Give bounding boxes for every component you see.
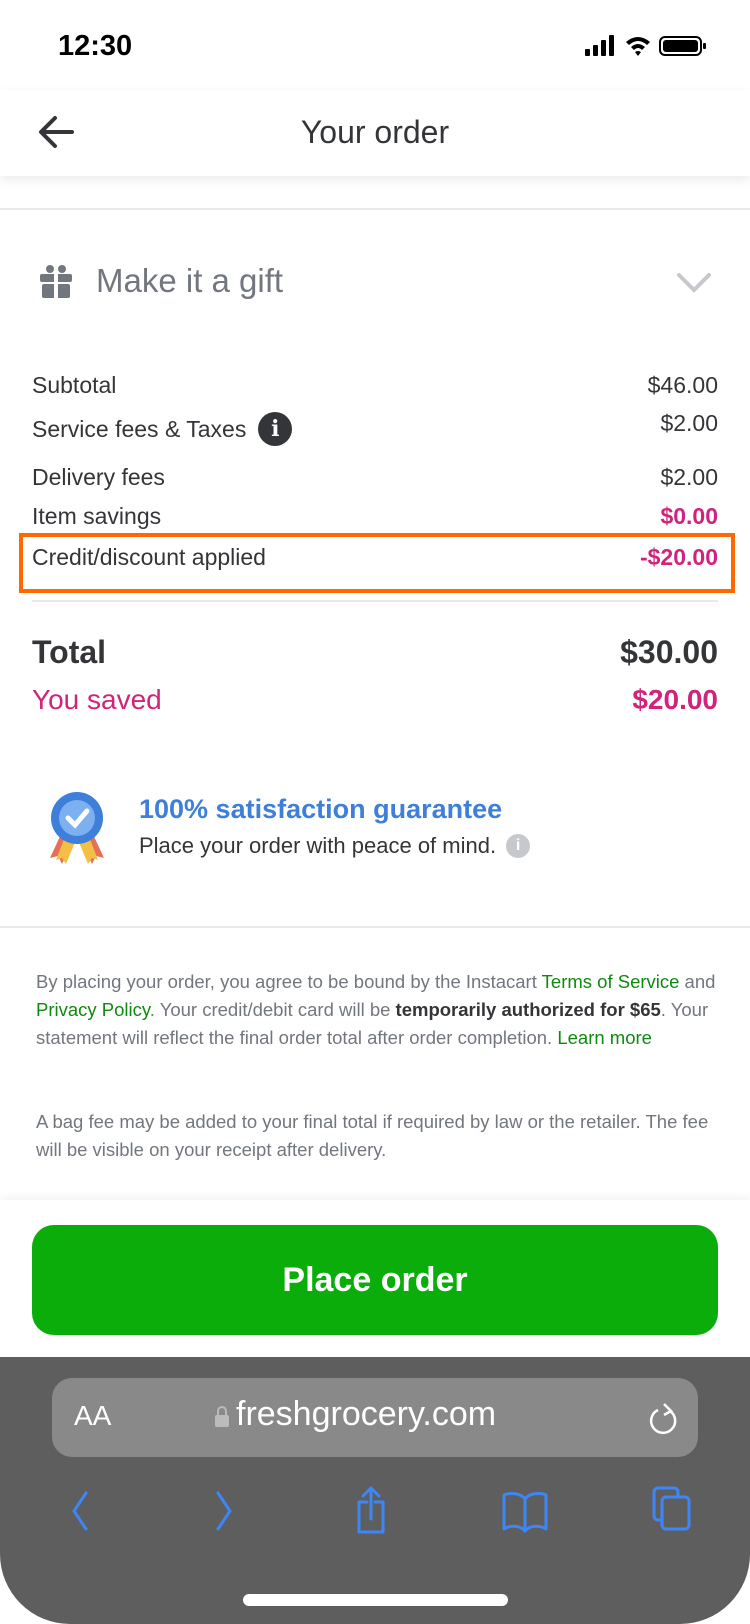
back-icon[interactable] bbox=[58, 1485, 108, 1535]
summary-value: $2.00 bbox=[660, 410, 718, 436]
terms-of-service-link[interactable]: Terms of Service bbox=[542, 971, 680, 992]
lock-icon bbox=[215, 1406, 229, 1427]
legal-text-part: and bbox=[679, 971, 716, 992]
guarantee-title: 100% satisfaction guarantee bbox=[139, 794, 503, 824]
page-title: Your order bbox=[300, 114, 450, 150]
tabs-icon[interactable] bbox=[650, 1485, 700, 1535]
address-bar[interactable]: AA freshgrocery.com bbox=[52, 1378, 698, 1457]
header: Your order bbox=[0, 90, 750, 176]
learn-more-link[interactable]: Learn more bbox=[557, 1027, 652, 1048]
battery-icon bbox=[659, 36, 706, 56]
signal-icon bbox=[585, 35, 614, 56]
legal-text-part: By placing your order, you agree to be b… bbox=[36, 971, 542, 992]
status-icons bbox=[585, 35, 706, 56]
total-value: $30.00 bbox=[620, 634, 718, 670]
summary-label: Item savings bbox=[32, 503, 162, 529]
legal-text: By placing your order, you agree to be b… bbox=[36, 968, 716, 1052]
reload-icon[interactable] bbox=[648, 1402, 680, 1438]
saved-label: You saved bbox=[32, 684, 162, 715]
summary-label: Delivery fees bbox=[32, 464, 165, 490]
gift-icon bbox=[40, 265, 72, 298]
highlight-box bbox=[19, 533, 735, 593]
saved-value: $20.00 bbox=[632, 684, 718, 715]
url-text: freshgrocery.com bbox=[236, 1395, 497, 1433]
status-time: 12:30 bbox=[58, 30, 133, 62]
divider bbox=[32, 600, 718, 602]
wifi-icon bbox=[626, 37, 650, 56]
place-order-button[interactable]: Place order bbox=[32, 1225, 718, 1335]
badge-ribbon-icon bbox=[50, 792, 104, 864]
summary-label: Subtotal bbox=[32, 372, 117, 398]
info-icon[interactable]: i bbox=[506, 834, 531, 858]
summary-row-delivery-fees: Delivery fees $2.00 bbox=[32, 464, 718, 491]
guarantee-subtitle-row: Place your order with peace of mind. i bbox=[139, 833, 531, 859]
guarantee-subtitle: Place your order with peace of mind. bbox=[139, 833, 497, 858]
text-size-button[interactable]: AA bbox=[74, 1400, 111, 1432]
privacy-policy-link[interactable]: Privacy Policy bbox=[36, 999, 150, 1020]
total-label: Total bbox=[32, 634, 107, 670]
browser-toolbar: AA freshgrocery.com bbox=[0, 1357, 750, 1624]
summary-value: $2.00 bbox=[660, 464, 718, 490]
bag-fee-text: A bag fee may be added to your final tot… bbox=[36, 1111, 709, 1160]
chevron-down-icon[interactable] bbox=[676, 272, 712, 294]
divider bbox=[0, 926, 750, 928]
share-icon[interactable] bbox=[350, 1485, 400, 1535]
info-icon[interactable]: i bbox=[258, 412, 293, 446]
bookmarks-icon[interactable] bbox=[500, 1485, 550, 1535]
summary-row-subtotal: Subtotal $46.00 bbox=[32, 372, 718, 399]
divider bbox=[0, 208, 750, 210]
forward-icon[interactable] bbox=[206, 1485, 256, 1535]
summary-value: $0.00 bbox=[660, 503, 718, 529]
gift-label: Make it a gift bbox=[96, 262, 284, 299]
summary-row-item-savings: Item savings $0.00 bbox=[32, 503, 718, 530]
total-row: Total $30.00 bbox=[32, 634, 718, 671]
legal-text-part: . Your credit/debit card will be bbox=[149, 999, 396, 1020]
authorization-amount: temporarily authorized for $65 bbox=[395, 999, 661, 1020]
home-indicator bbox=[243, 1594, 508, 1606]
summary-value: $46.00 bbox=[647, 372, 718, 398]
make-it-a-gift-toggle[interactable]: Make it a gift bbox=[38, 262, 283, 300]
summary-label: Service fees & Taxes bbox=[32, 415, 247, 442]
summary-row-service-fees: Service fees & Taxes i $2.00 bbox=[32, 410, 718, 446]
saved-row: You saved $20.00 bbox=[32, 684, 718, 716]
